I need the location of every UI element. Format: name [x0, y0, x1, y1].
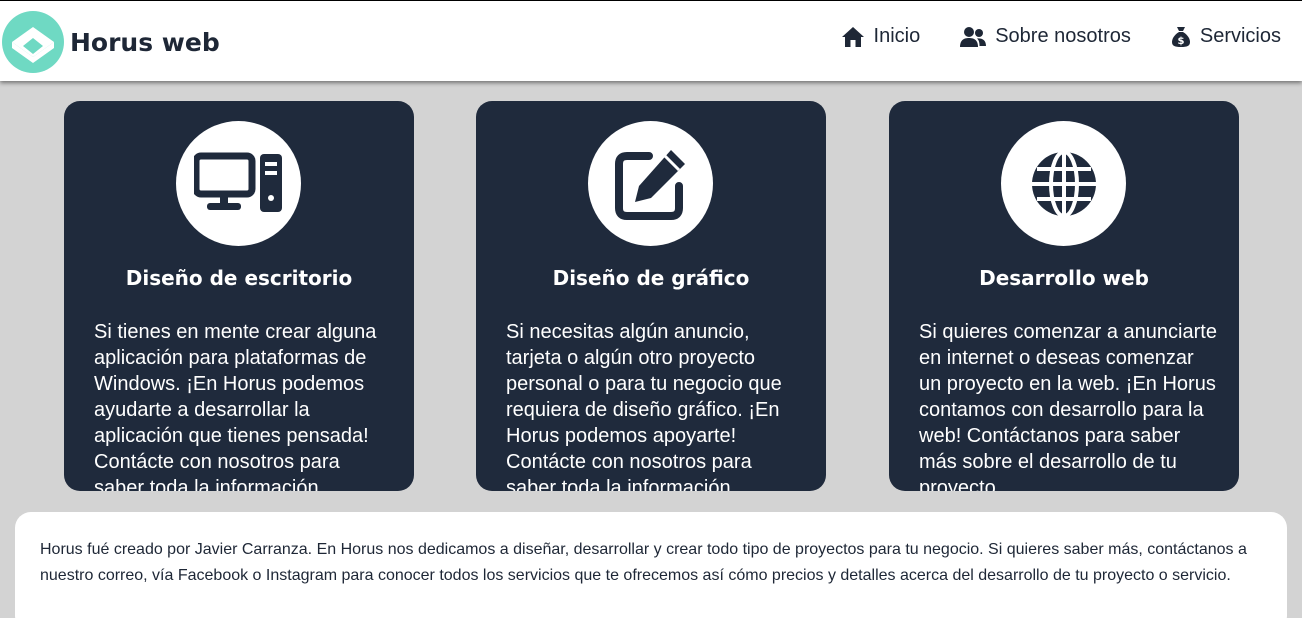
users-icon	[960, 26, 987, 47]
home-icon	[841, 26, 864, 47]
brand[interactable]: Horus web	[2, 11, 220, 73]
edit-pen-icon	[614, 149, 685, 220]
desktop-computer-icon	[193, 152, 282, 212]
card-title: Diseño de gráfico	[552, 266, 750, 290]
card-text: Si necesitas algún anuncio, tarjeta o al…	[506, 321, 782, 491]
card-title: Diseño de escritorio	[125, 266, 353, 290]
icon-circle	[1001, 121, 1126, 246]
icon-circle	[588, 121, 713, 246]
card-title: Desarrollo web	[979, 266, 1149, 290]
about-box: Horus fué creado por Javier Carranza. En…	[15, 512, 1287, 618]
about-text: Horus fué creado por Javier Carranza. En…	[40, 541, 1247, 584]
money-bag-icon: $	[1171, 26, 1190, 47]
service-card-web: Desarrollo web Si quieres comenzar a anu…	[889, 101, 1239, 491]
nav-item-label: Sobre nosotros	[995, 25, 1131, 47]
nav-item-label: Servicios	[1199, 25, 1281, 47]
nav-item-sobre-nosotros[interactable]: Sobre nosotros	[960, 25, 1131, 48]
nav-item-inicio[interactable]: Inicio	[841, 25, 921, 48]
icon-circle	[176, 121, 301, 246]
service-card-graphic: Diseño de gráfico Si necesitas algún anu…	[476, 101, 826, 491]
nav-links: Inicio Sobre nosotros $ Servicios	[801, 25, 1281, 48]
horus-logo-icon	[2, 11, 64, 73]
svg-text:$: $	[1177, 36, 1184, 47]
nav-item-label: Inicio	[873, 25, 921, 47]
globe-icon	[1031, 149, 1096, 218]
nav-item-servicios[interactable]: $ Servicios	[1171, 25, 1281, 48]
card-text: Si tienes en mente crear alguna aplicaci…	[94, 321, 377, 491]
service-card-desktop: Diseño de escritorio Si tienes en mente …	[64, 101, 414, 491]
card-text: Si quieres comenzar a anunciarte en inte…	[919, 321, 1217, 491]
navbar: Horus web Inicio Sobre nosotros $ Servic…	[0, 0, 1302, 81]
brand-name: Horus web	[70, 27, 220, 57]
